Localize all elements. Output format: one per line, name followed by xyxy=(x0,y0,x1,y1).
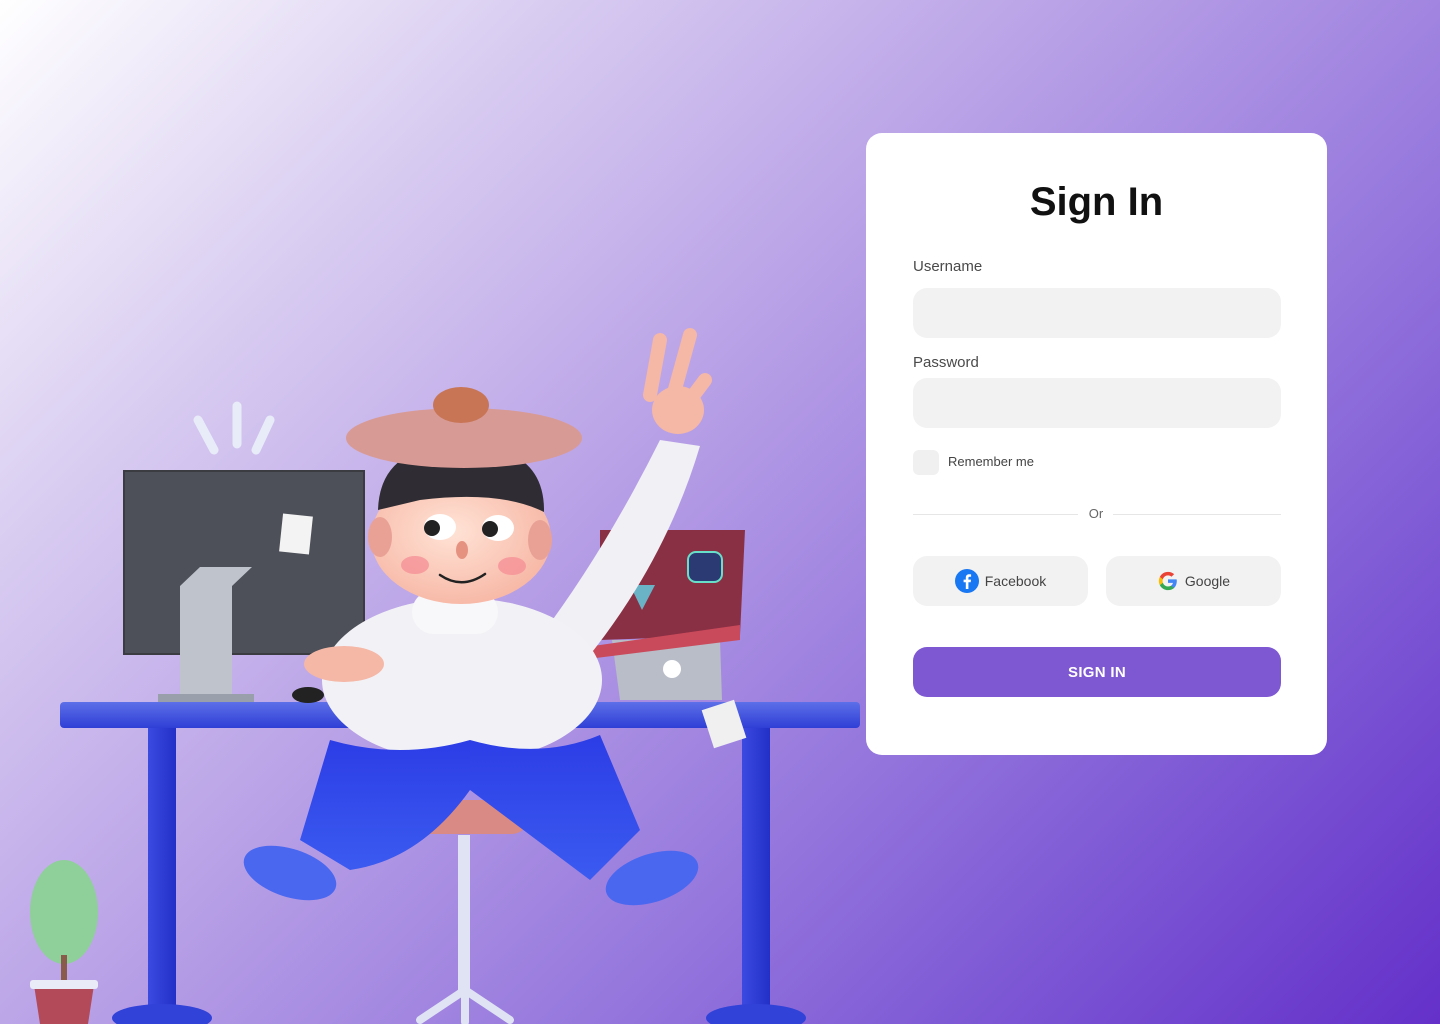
workspace-illustration xyxy=(30,328,860,1024)
username-label: Username xyxy=(913,258,983,275)
facebook-icon xyxy=(954,569,979,593)
mouse xyxy=(292,687,324,703)
divider-left xyxy=(913,514,1078,515)
divider-right xyxy=(1113,514,1281,515)
facebook-label: Facebook xyxy=(984,573,1047,589)
remember-me-label[interactable]: Remember me xyxy=(948,454,1034,469)
remember-me-checkbox[interactable] xyxy=(913,450,939,475)
password-label: Password xyxy=(913,354,979,371)
divider-or-text: Or xyxy=(1088,506,1104,521)
google-icon xyxy=(1158,571,1177,591)
password-input[interactable] xyxy=(913,378,1281,428)
page-title: Sign In xyxy=(1029,180,1164,224)
username-input[interactable] xyxy=(913,288,1281,338)
plant xyxy=(30,860,98,1024)
sign-in-button[interactable]: SIGN IN xyxy=(913,647,1281,697)
google-label: Google xyxy=(1184,573,1231,589)
google-login-button[interactable]: Google xyxy=(1106,556,1281,606)
facebook-login-button[interactable]: Facebook xyxy=(913,556,1088,606)
